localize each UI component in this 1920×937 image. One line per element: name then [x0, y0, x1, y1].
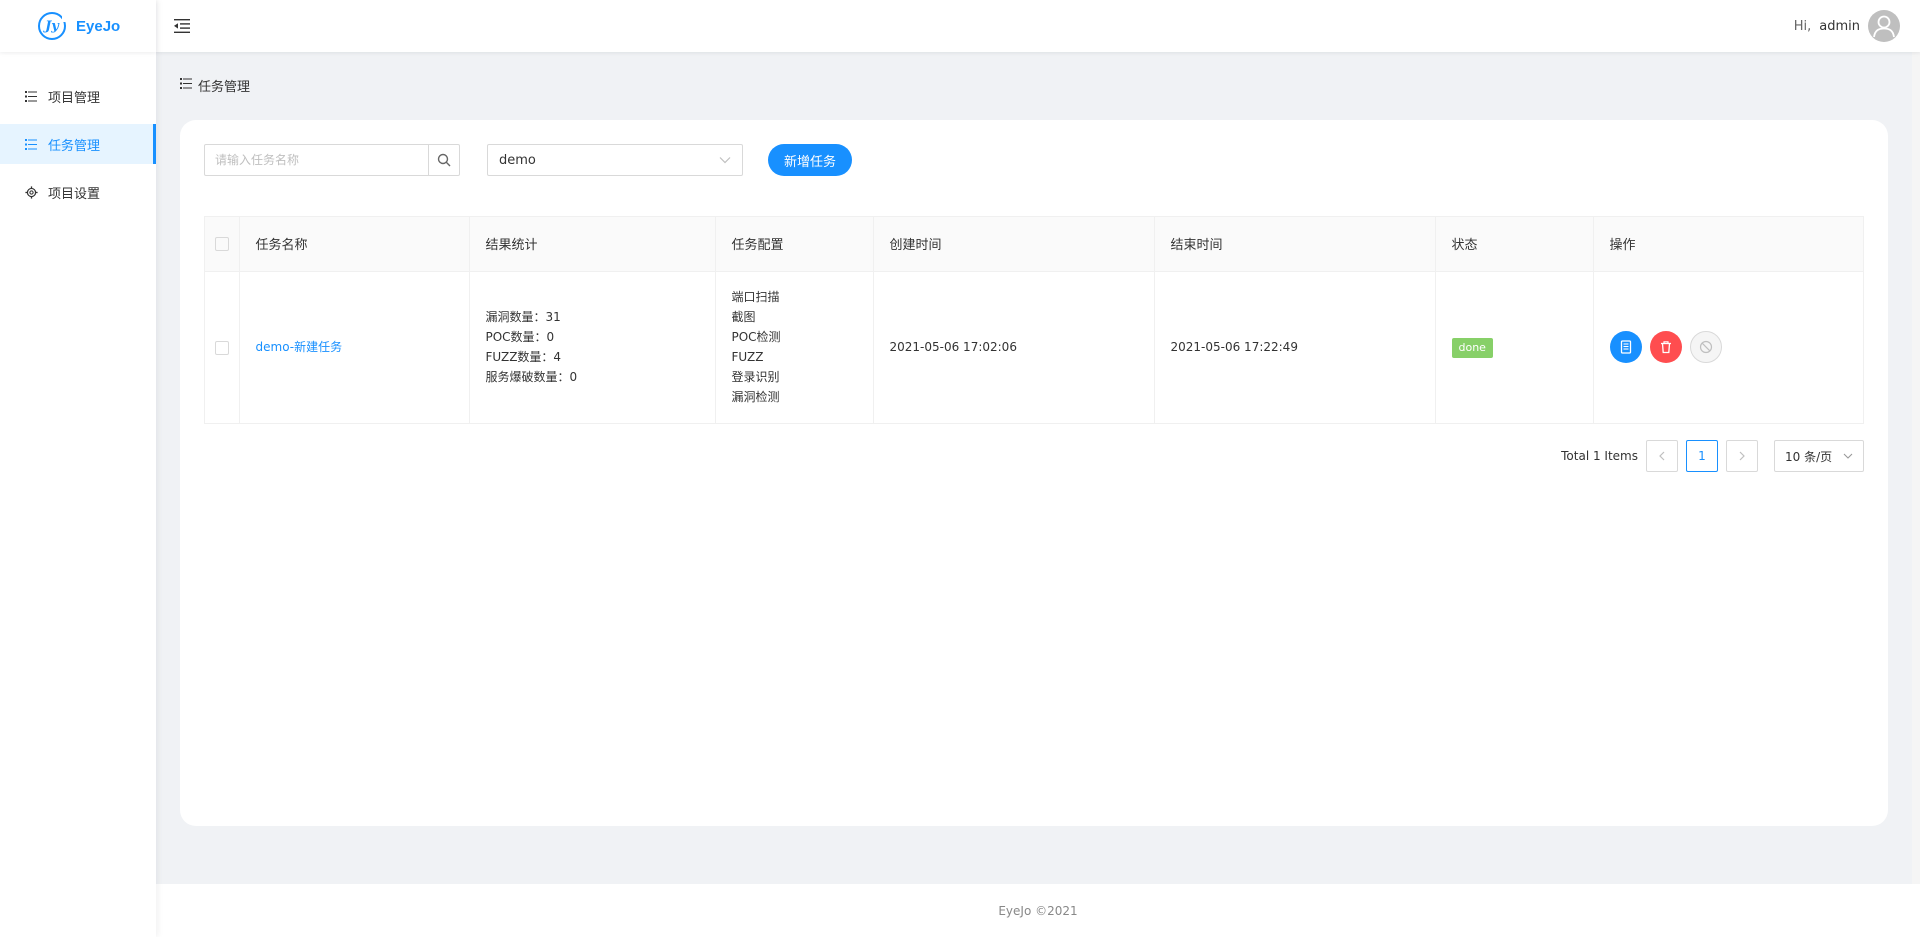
project-select-value: demo — [499, 152, 536, 168]
next-page-button[interactable] — [1726, 440, 1758, 472]
logo-icon: Jy — [38, 12, 68, 40]
document-icon — [1620, 340, 1631, 354]
config-line: 截图 — [731, 310, 756, 325]
column-header: 结束时间 — [1154, 217, 1436, 272]
avatar[interactable] — [1868, 10, 1900, 42]
chevron-down-icon — [719, 157, 731, 164]
sidebar-item-label: 项目管理 — [48, 90, 101, 106]
gear-icon — [24, 185, 38, 199]
search-button[interactable] — [428, 145, 459, 175]
sidebar: Jy EyeJo 项目管理 任务管理 项目设置 — [0, 0, 156, 937]
actions-cell — [1593, 271, 1863, 423]
task-name-link[interactable]: demo-新建任务 — [256, 340, 343, 354]
page-size-select[interactable]: 10 条/页 — [1774, 440, 1864, 472]
row-actions — [1609, 331, 1848, 364]
search-input[interactable] — [205, 145, 428, 175]
status-cell: done — [1435, 271, 1594, 423]
table-header-row: 任务名称 结果统计 任务配置 创建时间 结束时间 状态 操作 — [205, 217, 1863, 272]
column-header: 创建时间 — [873, 217, 1155, 272]
select-all-cell — [205, 217, 240, 272]
chevron-down-icon — [1843, 453, 1853, 459]
stat-line: 服务爆破数量：0 — [485, 370, 578, 385]
config-line: FUZZ — [731, 350, 764, 365]
status-badge: done — [1451, 337, 1493, 358]
sidebar-item-label: 任务管理 — [48, 138, 101, 154]
row-checkbox[interactable] — [214, 340, 229, 355]
username: admin — [1819, 18, 1860, 34]
search-box — [204, 144, 460, 176]
scrollbar-track[interactable] — [1912, 52, 1920, 937]
config-cell: 端口扫描 截图 POC检测 FUZZ 登录识别 漏洞检测 — [715, 271, 874, 423]
prev-page-button[interactable] — [1646, 440, 1678, 472]
add-task-button[interactable]: 新增任务 — [768, 144, 853, 176]
column-header: 任务名称 — [239, 217, 470, 272]
column-header: 状态 — [1435, 217, 1594, 272]
select-all-checkbox[interactable] — [214, 236, 229, 251]
column-header: 操作 — [1593, 217, 1863, 272]
table-row: demo-新建任务 漏洞数量：31 POC数量：0 FUZZ数量：4 服务爆破数… — [205, 271, 1863, 423]
list-icon — [24, 89, 38, 103]
page-button[interactable]: 1 — [1686, 440, 1718, 472]
project-select[interactable]: demo — [487, 144, 743, 176]
sidebar-item-tasks[interactable]: 任务管理 — [0, 124, 156, 164]
config-line: 端口扫描 — [731, 290, 780, 305]
chevron-right-icon — [1739, 451, 1745, 461]
chevron-left-icon — [1659, 451, 1665, 461]
config-line: 漏洞检测 — [731, 390, 780, 405]
user-menu[interactable]: Hi, admin — [1794, 10, 1900, 42]
config-line: 登录识别 — [731, 370, 780, 385]
stats-cell: 漏洞数量：31 POC数量：0 FUZZ数量：4 服务爆破数量：0 — [469, 271, 716, 423]
finished-time-cell: 2021-05-06 17:22:49 — [1154, 271, 1436, 423]
menu-fold-icon[interactable] — [174, 17, 192, 35]
stat-line: FUZZ数量：4 — [485, 350, 562, 365]
app-name: EyeJo — [76, 17, 121, 35]
stat-line: POC数量：0 — [485, 330, 555, 345]
delete-task-button[interactable] — [1649, 331, 1682, 364]
created-time-cell: 2021-05-06 17:02:06 — [873, 271, 1155, 423]
breadcrumb: 任务管理 — [180, 76, 250, 95]
trash-icon — [1660, 341, 1671, 354]
page-size-value: 10 条/页 — [1785, 449, 1833, 464]
stat-line: 漏洞数量：31 — [485, 310, 561, 325]
sidebar-item-projects[interactable]: 项目管理 — [0, 76, 156, 116]
sidebar-menu: 项目管理 任务管理 项目设置 — [0, 76, 156, 212]
greeting-text: Hi, — [1793, 18, 1812, 34]
breadcrumb-label: 任务管理 — [198, 80, 251, 95]
view-report-button[interactable] — [1609, 331, 1642, 364]
user-icon — [1873, 15, 1895, 38]
row-select-cell — [205, 271, 240, 423]
column-header: 结果统计 — [469, 217, 716, 272]
column-header: 任务配置 — [715, 217, 874, 272]
list-icon — [24, 137, 38, 151]
toolbar: demo 新增任务 — [204, 144, 1864, 176]
total-items: Total 1 Items — [1561, 449, 1638, 463]
sidebar-item-settings[interactable]: 项目设置 — [0, 172, 156, 212]
footer-text: EyeJo ©2021 — [998, 903, 1078, 918]
task-table: 任务名称 结果统计 任务配置 创建时间 结束时间 状态 操作 demo-新建任务 — [204, 216, 1864, 424]
task-card: demo 新增任务 任务名称 结果统计 任务配置 — [180, 120, 1888, 826]
footer: EyeJo ©2021 — [156, 884, 1920, 937]
sidebar-item-label: 项目设置 — [48, 186, 101, 202]
config-line: POC检测 — [731, 330, 781, 345]
stop-icon — [1699, 341, 1712, 354]
task-name-cell: demo-新建任务 — [239, 271, 470, 423]
pagination: Total 1 Items 1 10 条/页 — [204, 440, 1864, 472]
logo[interactable]: Jy EyeJo — [0, 0, 156, 52]
stop-task-button[interactable] — [1689, 331, 1722, 364]
search-icon — [437, 153, 451, 167]
list-icon — [180, 78, 192, 93]
top-header: Hi, admin — [156, 0, 1920, 52]
